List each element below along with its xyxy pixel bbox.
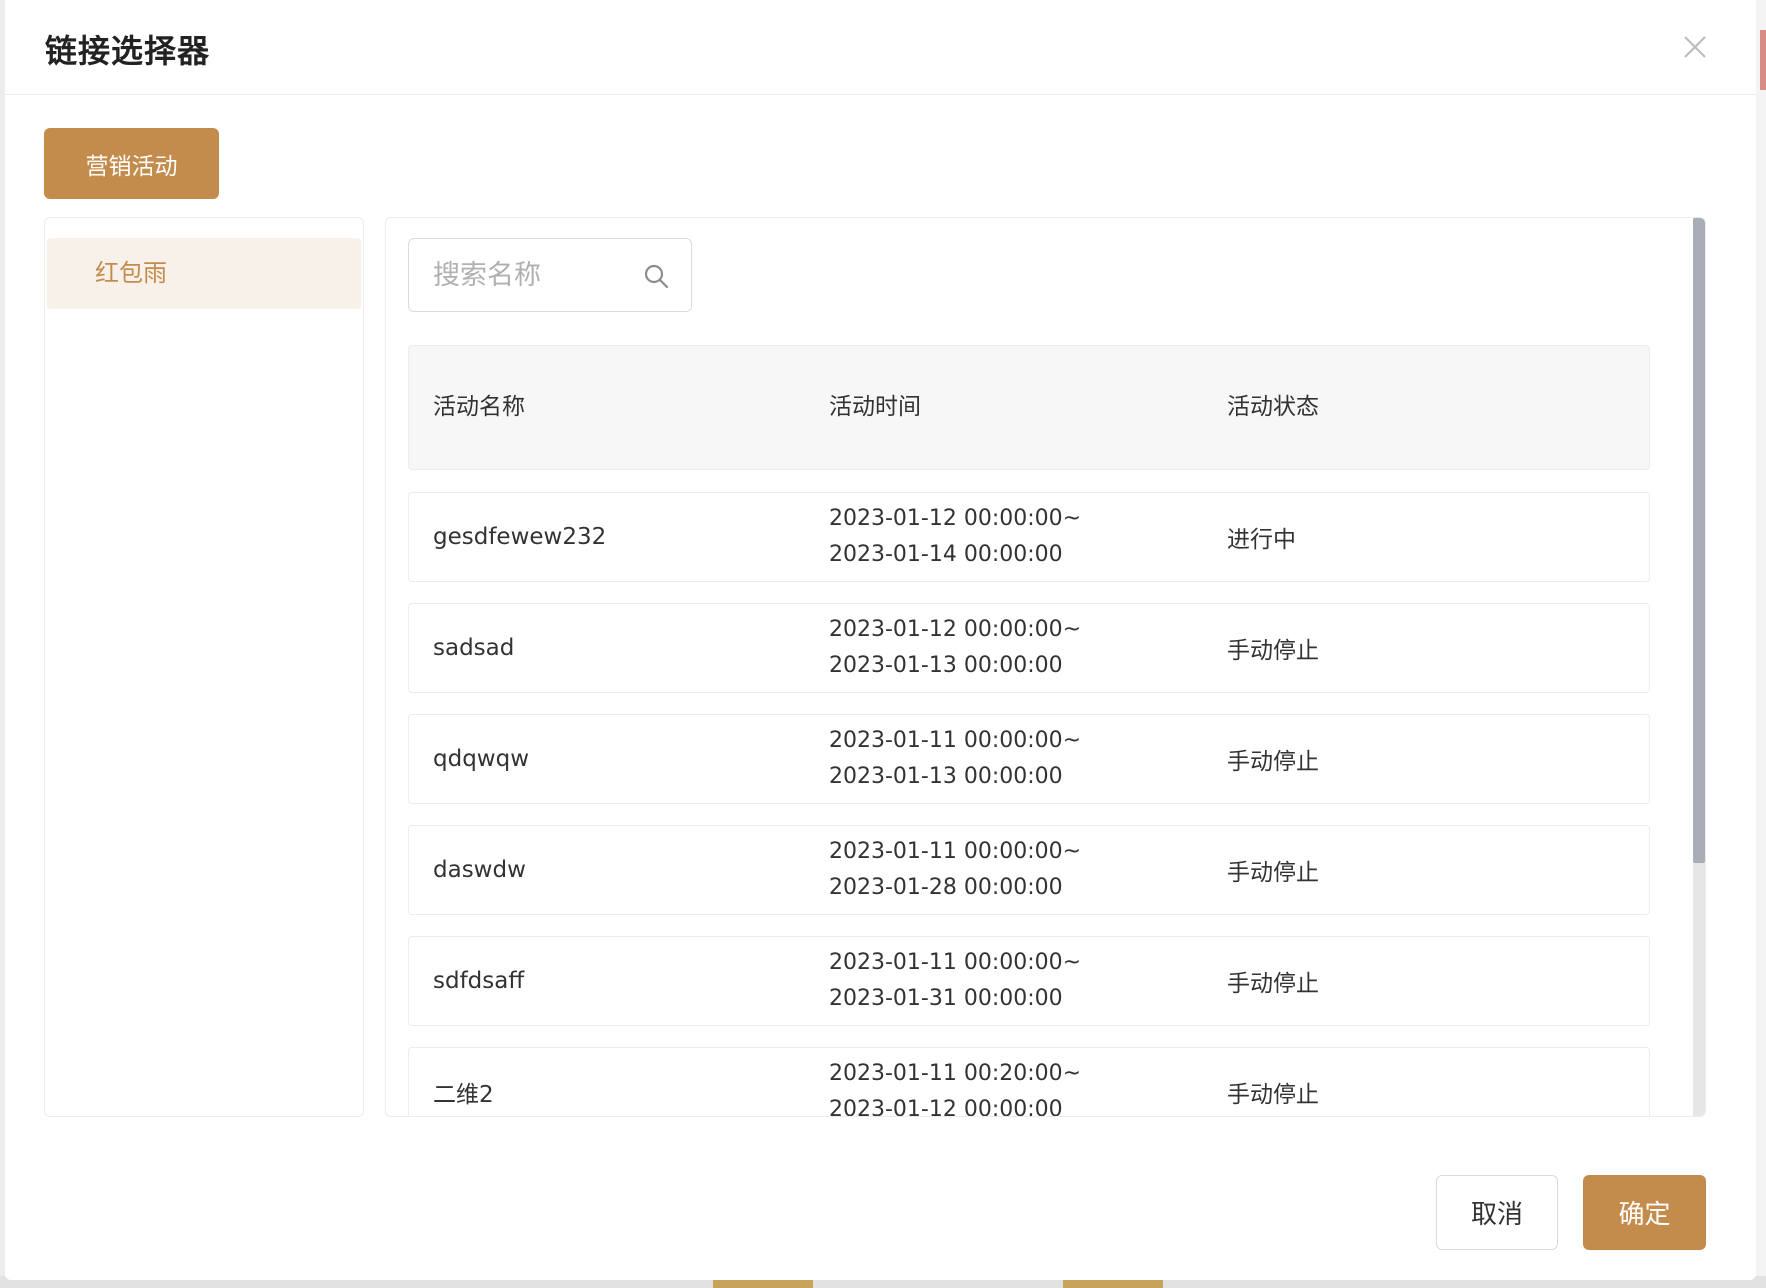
table-header: 活动名称 活动时间 活动状态 bbox=[408, 345, 1650, 470]
close-button[interactable] bbox=[1678, 30, 1712, 64]
link-selector-dialog: 链接选择器 营销活动 红包雨 活动名称 活动时间 活动状态 gesdfew bbox=[5, 0, 1756, 1280]
activity-time-end: 2023-01-28 00:00:00 bbox=[829, 875, 1063, 900]
activity-time-end: 2023-01-13 00:00:00 bbox=[829, 653, 1063, 678]
activity-time-start: 2023-01-12 00:00:00~ bbox=[829, 506, 1082, 531]
activity-status: 进行中 bbox=[1227, 527, 1296, 553]
activity-time: 2023-01-11 00:20:00~ 2023-01-12 00:00:00 bbox=[829, 1048, 1082, 1117]
column-header-name: 活动名称 bbox=[433, 394, 525, 420]
scrollbar-track[interactable] bbox=[1693, 218, 1705, 1116]
activity-name: qdqwqw bbox=[433, 746, 530, 772]
activity-time-start: 2023-01-11 00:00:00~ bbox=[829, 728, 1082, 753]
activity-time-end: 2023-01-12 00:00:00 bbox=[829, 1097, 1063, 1117]
column-header-status: 活动状态 bbox=[1227, 394, 1319, 420]
dialog-title: 链接选择器 bbox=[45, 32, 211, 70]
table-row[interactable]: sdfdsaff 2023-01-11 00:00:00~ 2023-01-31… bbox=[408, 936, 1650, 1026]
table-row[interactable]: gesdfewew232 2023-01-12 00:00:00~ 2023-0… bbox=[408, 492, 1650, 582]
activity-time-start: 2023-01-11 00:00:00~ bbox=[829, 950, 1082, 975]
table-row[interactable]: qdqwqw 2023-01-11 00:00:00~ 2023-01-13 0… bbox=[408, 714, 1650, 804]
activity-status: 手动停止 bbox=[1227, 860, 1319, 886]
activity-time-end: 2023-01-13 00:00:00 bbox=[829, 764, 1063, 789]
activity-status: 手动停止 bbox=[1227, 1082, 1319, 1108]
activity-time: 2023-01-11 00:00:00~ 2023-01-13 00:00:00 bbox=[829, 715, 1081, 803]
activity-time: 2023-01-12 00:00:00~ 2023-01-13 00:00:00 bbox=[829, 604, 1081, 692]
dialog-header: 链接选择器 bbox=[5, 0, 1756, 95]
activity-time-start: 2023-01-11 00:00:00~ bbox=[829, 839, 1082, 864]
activity-time-start: 2023-01-12 00:00:00~ bbox=[829, 617, 1082, 642]
activity-name: sadsad bbox=[433, 635, 515, 661]
activity-status: 手动停止 bbox=[1227, 749, 1319, 775]
confirm-button[interactable]: 确定 bbox=[1583, 1175, 1706, 1250]
backdrop-accent bbox=[1760, 30, 1766, 90]
table-row[interactable]: 二维2 2023-01-11 00:20:00~ 2023-01-12 00:0… bbox=[408, 1047, 1650, 1117]
table-body: gesdfewew232 2023-01-12 00:00:00~ 2023-0… bbox=[408, 492, 1650, 1117]
activity-time-start: 2023-01-11 00:20:00~ bbox=[829, 1061, 1082, 1086]
column-header-time: 活动时间 bbox=[829, 394, 921, 420]
activity-time: 2023-01-12 00:00:00~ 2023-01-14 00:00:00 bbox=[829, 493, 1081, 581]
activity-name: 二维2 bbox=[433, 1082, 494, 1108]
category-sidebar: 红包雨 bbox=[44, 217, 364, 1117]
search-box bbox=[408, 238, 692, 312]
table-row[interactable]: daswdw 2023-01-11 00:00:00~ 2023-01-28 0… bbox=[408, 825, 1650, 915]
activity-name: sdfdsaff bbox=[433, 968, 525, 994]
sidebar-item-red-envelope-rain[interactable]: 红包雨 bbox=[47, 238, 361, 309]
activity-time-end: 2023-01-14 00:00:00 bbox=[829, 542, 1063, 567]
table-row[interactable]: sadsad 2023-01-12 00:00:00~ 2023-01-13 0… bbox=[408, 603, 1650, 693]
activity-status: 手动停止 bbox=[1227, 971, 1319, 997]
activity-name: gesdfewew232 bbox=[433, 524, 607, 550]
activity-time: 2023-01-11 00:00:00~ 2023-01-28 00:00:00 bbox=[829, 826, 1081, 914]
activity-time-end: 2023-01-31 00:00:00 bbox=[829, 986, 1063, 1011]
activity-status: 手动停止 bbox=[1227, 638, 1319, 664]
search-input[interactable] bbox=[409, 239, 629, 311]
activity-list-panel: 活动名称 活动时间 活动状态 gesdfewew232 2023-01-12 0… bbox=[385, 217, 1706, 1117]
tab-marketing-activities[interactable]: 营销活动 bbox=[44, 128, 219, 199]
scrollbar-thumb[interactable] bbox=[1693, 218, 1705, 863]
cancel-button[interactable]: 取消 bbox=[1436, 1175, 1558, 1250]
activity-name: daswdw bbox=[433, 857, 526, 883]
activity-time: 2023-01-11 00:00:00~ 2023-01-31 00:00:00 bbox=[829, 937, 1081, 1025]
close-icon bbox=[1684, 36, 1706, 58]
search-icon[interactable] bbox=[643, 263, 669, 289]
